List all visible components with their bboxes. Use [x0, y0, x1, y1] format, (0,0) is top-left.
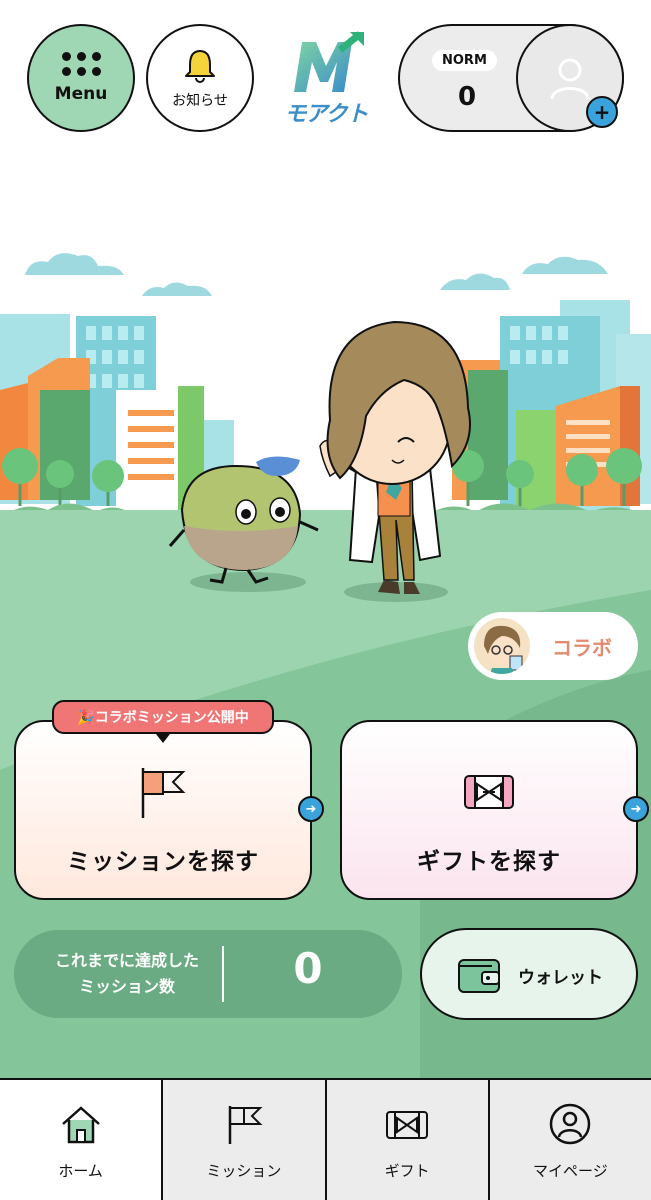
logo-text: モアクト	[284, 102, 369, 127]
notifications-label: お知らせ	[172, 93, 228, 109]
user-icon	[550, 1103, 591, 1145]
bottom-navigation: ホーム ミッション ギフト マイページ	[0, 1078, 651, 1200]
flag-icon	[228, 1106, 263, 1144]
menu-label: Menu	[54, 84, 108, 104]
nav-missions[interactable]: ミッション	[161, 1080, 325, 1200]
wallet-icon	[458, 959, 500, 993]
completed-missions-count: 0	[293, 944, 323, 993]
wallet-label: ウォレット	[518, 968, 603, 988]
bell-icon	[185, 50, 215, 83]
collab-character-avatar	[474, 618, 530, 674]
find-missions-arrow-icon[interactable]: ➜	[298, 796, 324, 822]
divider	[222, 946, 224, 1002]
home-icon	[61, 1106, 100, 1144]
collab-button[interactable]: コラボ	[468, 612, 638, 680]
points-value: 0	[457, 82, 477, 112]
find-missions-card[interactable]: ミッションを探す	[14, 720, 312, 900]
find-gifts-arrow-icon[interactable]: ➜	[623, 796, 649, 822]
add-account-button[interactable]: +	[586, 96, 618, 128]
menu-button[interactable]: Menu	[27, 24, 135, 132]
collab-label: コラボ	[552, 635, 612, 660]
find-gifts-card[interactable]: ギフトを探す	[340, 720, 638, 900]
nav-mypage-label: マイページ	[533, 1162, 608, 1180]
wallet-button[interactable]: ウォレット	[420, 928, 638, 1020]
nav-home[interactable]: ホーム	[0, 1080, 162, 1200]
gift-icon	[386, 1111, 429, 1139]
nav-missions-label: ミッション	[206, 1162, 282, 1180]
completed-missions-stat: これまでに達成した ミッション数 0	[14, 930, 402, 1018]
grid-icon	[61, 52, 101, 76]
nav-gifts[interactable]: ギフト	[324, 1080, 488, 1200]
find-gifts-label: ギフトを探す	[417, 849, 561, 875]
flag-icon	[141, 768, 186, 818]
nav-mypage[interactable]: マイページ	[487, 1080, 651, 1200]
gift-icon	[464, 775, 514, 809]
user-placeholder-icon	[550, 58, 590, 100]
app-logo: モアクト	[284, 30, 369, 127]
rank-badge: NORM	[432, 50, 497, 71]
nav-gifts-label: ギフト	[384, 1162, 430, 1180]
notifications-button[interactable]: お知らせ	[146, 24, 254, 132]
collab-mission-banner: 🎉コラボミッション公開中	[52, 700, 274, 734]
find-missions-label: ミッションを探す	[67, 849, 259, 875]
completed-missions-label: これまでに達成した ミッション数	[54, 951, 199, 996]
nav-home-label: ホーム	[58, 1162, 103, 1180]
banner-pointer	[156, 734, 170, 743]
